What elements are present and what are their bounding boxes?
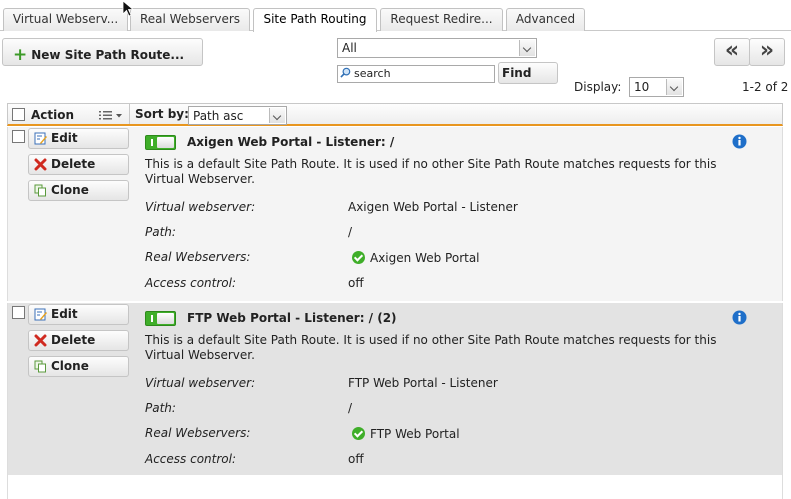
delete-icon (34, 334, 47, 347)
clone-icon (34, 360, 46, 373)
result-range: 1-2 of 2 (742, 80, 789, 94)
next-page-button[interactable]: » (749, 38, 785, 66)
display-label: Display: (574, 80, 622, 94)
new-site-path-route-button[interactable]: + New Site Path Route... (2, 38, 203, 66)
select-all-checkbox[interactable] (12, 108, 25, 121)
path-value: / (348, 225, 353, 239)
sort-by-label: Sort by: (135, 107, 189, 121)
sort-select-value: Path asc (193, 109, 244, 123)
chevron-down-icon (269, 108, 285, 123)
route-title: Axigen Web Portal - Listener: / (187, 135, 395, 149)
delete-button[interactable]: Delete (28, 330, 129, 351)
tab-bar: Virtual Webserv... Real Webservers Site … (0, 0, 791, 32)
delete-icon (34, 158, 47, 171)
clone-icon (34, 184, 46, 197)
row-checkbox[interactable] (12, 130, 25, 143)
list-header: Action Sort by: Path asc (7, 103, 783, 126)
virtual-webserver-label: Virtual webserver: (145, 200, 256, 214)
list-item: Edit Delete Clone FTP Web Portal - Liste… (7, 303, 783, 475)
delete-button-label: Delete (51, 157, 96, 171)
delete-button[interactable]: Delete (28, 154, 129, 175)
access-control-label: Access control: (145, 276, 237, 290)
find-button[interactable]: Find (498, 62, 558, 84)
previous-page-button[interactable]: « (714, 38, 750, 66)
list-item: Edit Delete Clone Axigen Web Portal - Li… (7, 127, 783, 301)
delete-button-label: Delete (51, 333, 96, 347)
search-input[interactable]: search (337, 65, 495, 83)
toggle-knob (157, 313, 174, 324)
virtual-webserver-value: Axigen Web Portal - Listener (348, 200, 518, 214)
path-value: / (348, 401, 353, 415)
display-count-value: 10 (634, 80, 650, 94)
info-icon[interactable] (732, 310, 747, 325)
edit-button[interactable]: Edit (28, 128, 129, 149)
tab-site-path-routing[interactable]: Site Path Routing (253, 8, 377, 32)
search-input-placeholder: search (354, 67, 391, 80)
column-menu-icon[interactable] (98, 108, 124, 122)
clone-button-label: Clone (51, 183, 89, 197)
check-circle-icon (352, 251, 365, 264)
edit-icon (34, 308, 47, 321)
plus-icon: + (13, 45, 28, 65)
virtual-webserver-value: FTP Web Portal - Listener (348, 376, 498, 390)
real-webserver-name: FTP Web Portal (370, 427, 460, 441)
real-webservers-value: FTP Web Portal (352, 425, 460, 441)
new-site-path-route-label: New Site Path Route... (31, 48, 185, 62)
real-webservers-value: Axigen Web Portal (352, 249, 480, 265)
real-webservers-label: Real Webservers: (145, 250, 251, 264)
access-control-label: Access control: (145, 452, 237, 466)
path-label: Path: (145, 401, 176, 415)
access-control-value: off (348, 452, 364, 466)
filter-select-value: All (342, 41, 357, 55)
edit-button[interactable]: Edit (28, 304, 129, 325)
enabled-toggle[interactable] (145, 311, 176, 326)
chevron-down-icon (666, 79, 682, 95)
route-description: This is a default Site Path Route. It is… (145, 333, 717, 362)
edit-icon (34, 132, 47, 145)
column-divider (129, 104, 130, 124)
real-webserver-name: Axigen Web Portal (370, 251, 480, 265)
row-checkbox[interactable] (12, 306, 25, 319)
tab-request-redirects[interactable]: Request Redire... (380, 8, 503, 31)
enabled-toggle[interactable] (145, 135, 176, 150)
check-circle-icon (352, 427, 365, 440)
toggle-knob (157, 137, 174, 148)
toggle-on-indicator (151, 139, 153, 146)
clone-button[interactable]: Clone (28, 180, 129, 201)
search-icon (340, 67, 351, 78)
info-icon[interactable] (732, 134, 747, 149)
virtual-webserver-label: Virtual webserver: (145, 376, 256, 390)
chevron-down-icon (519, 40, 535, 56)
clone-button[interactable]: Clone (28, 356, 129, 377)
real-webservers-label: Real Webservers: (145, 426, 251, 440)
clone-button-label: Clone (51, 359, 89, 373)
list-footer-space (7, 475, 783, 499)
access-control-value: off (348, 276, 364, 290)
display-count-select[interactable]: 10 (629, 77, 684, 97)
tab-virtual-webservers[interactable]: Virtual Webserv... (3, 8, 128, 31)
sort-select[interactable]: Path asc (188, 106, 287, 125)
toggle-on-indicator (151, 315, 153, 322)
mouse-cursor-icon (122, 0, 135, 17)
edit-button-label: Edit (51, 307, 78, 321)
tab-real-webservers[interactable]: Real Webservers (130, 8, 250, 31)
route-description: This is a default Site Path Route. It is… (145, 157, 717, 186)
edit-button-label: Edit (51, 131, 78, 145)
route-title: FTP Web Portal - Listener: / (2) (187, 311, 397, 325)
path-label: Path: (145, 225, 176, 239)
filter-select[interactable]: All (337, 38, 537, 58)
action-column-label: Action (31, 108, 75, 122)
tab-advanced[interactable]: Advanced (506, 8, 585, 31)
